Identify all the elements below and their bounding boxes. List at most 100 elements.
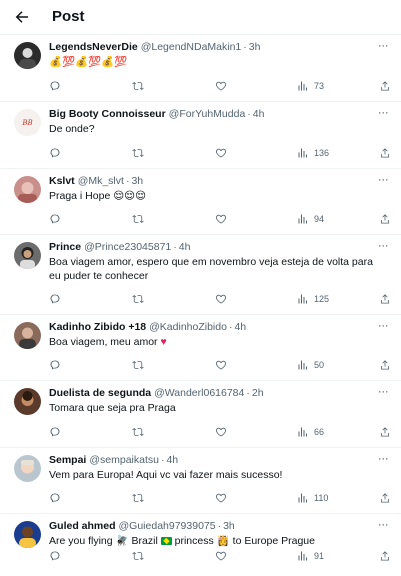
retweet-icon[interactable] — [132, 491, 144, 505]
user-handle[interactable]: @KadinhoZibido — [149, 320, 227, 334]
display-name[interactable]: LegendsNeverDie — [49, 40, 138, 54]
tweet-header: Kslvt @Mk_slvt · 3h — [49, 174, 395, 188]
like-icon[interactable] — [215, 358, 227, 372]
user-handle[interactable]: @ForYuhMudda — [169, 107, 246, 121]
user-handle[interactable]: @Wanderl0616784 — [154, 386, 244, 400]
display-name[interactable]: Sempai — [49, 453, 86, 467]
more-icon[interactable]: ··· — [376, 518, 390, 533]
views-icon[interactable]: 94 — [297, 212, 324, 226]
display-name[interactable]: Kslvt — [49, 174, 75, 188]
separator-dot: · — [173, 241, 177, 253]
retweet-icon[interactable] — [132, 146, 144, 160]
display-name[interactable]: Guled ahmed — [49, 519, 116, 533]
tweet-reply[interactable]: ··· Guled ahmed @Guiedah97939075 · 3h Are you… — [0, 513, 401, 571]
tweet-reply[interactable]: ··· Sempai @sempaikatsu · 4h Vem para Europa!… — [0, 447, 401, 513]
separator-dot: · — [125, 175, 130, 187]
share-icon[interactable] — [379, 358, 391, 372]
tweet-text: Are you flying 🪰 Brazil princess 👸 to Eu… — [49, 535, 395, 549]
like-icon[interactable] — [215, 79, 227, 93]
avatar[interactable]: BB — [14, 109, 41, 136]
like-icon[interactable] — [215, 425, 227, 439]
share-icon[interactable] — [379, 79, 391, 93]
like-icon[interactable] — [215, 146, 227, 160]
avatar[interactable] — [14, 455, 41, 482]
views-icon[interactable]: 50 — [297, 358, 324, 372]
tweet-reply[interactable]: ··· Duelista de segunda @Wanderl0616784 · 2h… — [0, 380, 401, 447]
reply-icon[interactable] — [49, 491, 61, 505]
reply-icon[interactable] — [49, 79, 61, 93]
timestamp[interactable]: 4h — [234, 320, 246, 334]
timestamp[interactable]: 3h — [131, 174, 143, 188]
user-handle[interactable]: @LegendNDaMakin1 — [141, 40, 242, 54]
more-icon[interactable]: ··· — [376, 106, 390, 121]
text-segment: princess — [171, 535, 217, 547]
share-icon[interactable] — [379, 491, 391, 505]
display-name[interactable]: Kadinho Zibido +18 — [49, 320, 146, 334]
timestamp[interactable]: 2h — [252, 386, 264, 400]
share-icon[interactable] — [379, 212, 391, 226]
user-handle[interactable]: @Prince23045871 — [84, 240, 171, 254]
tweet-reply[interactable]: ··· LegendsNeverDie @LegendNDaMakin1 · 3h 💰💯💰… — [0, 34, 401, 101]
avatar[interactable] — [14, 242, 41, 269]
like-icon[interactable] — [215, 491, 227, 505]
timestamp[interactable]: 3h — [223, 519, 235, 533]
reply-icon[interactable] — [49, 212, 61, 226]
user-handle[interactable]: @Guiedah97939075 — [119, 519, 216, 533]
tweet-reply[interactable]: ··· Kadinho Zibido +18 @KadinhoZibido · 4h Bo… — [0, 314, 401, 380]
more-icon[interactable]: ··· — [376, 319, 390, 334]
user-handle[interactable]: @sempaikatsu — [89, 453, 159, 467]
reply-icon[interactable] — [49, 549, 61, 563]
tweet-header: Duelista de segunda @Wanderl0616784 · 2h — [49, 386, 395, 400]
action-bar: 136 — [49, 146, 393, 160]
views-icon[interactable]: 110 — [297, 491, 328, 505]
retweet-icon[interactable] — [132, 358, 144, 372]
retweet-icon[interactable] — [132, 79, 144, 93]
like-icon[interactable] — [215, 292, 227, 306]
tweet-text: Vem para Europa! Aqui vc vai fazer mais … — [49, 469, 395, 483]
reply-icon[interactable] — [49, 425, 61, 439]
tweet-reply[interactable]: BB ··· Big Booty Connoisseur @ForYuhMudda · 4… — [0, 101, 401, 168]
reply-icon[interactable] — [49, 292, 61, 306]
timestamp[interactable]: 4h — [166, 453, 178, 467]
retweet-icon[interactable] — [132, 212, 144, 226]
share-icon[interactable] — [379, 146, 391, 160]
share-icon[interactable] — [379, 425, 391, 439]
tweet-text: Tomara que seja pra Praga — [49, 402, 395, 416]
tweet-reply[interactable]: ··· Prince @Prince23045871 · 4h Boa viagem am… — [0, 234, 401, 314]
tweet-reply[interactable]: ··· Kslvt @Mk_slvt · 3h Praga i Hope 😌😌😌 94 — [0, 168, 401, 234]
avatar[interactable] — [14, 42, 41, 69]
display-name[interactable]: Big Booty Connoisseur — [49, 107, 166, 121]
retweet-icon[interactable] — [132, 425, 144, 439]
back-arrow-icon[interactable] — [13, 8, 31, 26]
avatar[interactable] — [14, 521, 41, 548]
share-icon[interactable] — [379, 292, 391, 306]
separator-dot: · — [246, 387, 250, 399]
display-name[interactable]: Duelista de segunda — [49, 386, 151, 400]
views-icon[interactable]: 136 — [297, 146, 329, 160]
retweet-icon[interactable] — [132, 292, 144, 306]
share-icon[interactable] — [379, 549, 391, 563]
views-icon[interactable]: 125 — [297, 292, 329, 306]
reply-icon[interactable] — [49, 146, 61, 160]
retweet-icon[interactable] — [132, 549, 144, 563]
more-icon[interactable]: ··· — [376, 385, 390, 400]
more-icon[interactable]: ··· — [376, 452, 390, 467]
views-icon[interactable]: 66 — [297, 425, 324, 439]
user-handle[interactable]: @Mk_slvt — [78, 174, 124, 188]
more-icon[interactable]: ··· — [376, 39, 390, 54]
timestamp[interactable]: 4h — [253, 107, 265, 121]
avatar[interactable] — [14, 322, 41, 349]
like-icon[interactable] — [215, 549, 227, 563]
views-icon[interactable]: 91 — [297, 549, 324, 563]
timestamp[interactable]: 3h — [249, 40, 261, 54]
like-icon[interactable] — [215, 212, 227, 226]
more-icon[interactable]: ··· — [376, 173, 390, 188]
tweet-text: De onde? — [49, 123, 395, 137]
reply-icon[interactable] — [49, 358, 61, 372]
avatar[interactable] — [14, 388, 41, 415]
timestamp[interactable]: 4h — [179, 240, 191, 254]
avatar[interactable] — [14, 176, 41, 203]
display-name[interactable]: Prince — [49, 240, 81, 254]
views-icon[interactable]: 73 — [297, 79, 324, 93]
more-icon[interactable]: ··· — [376, 239, 390, 254]
